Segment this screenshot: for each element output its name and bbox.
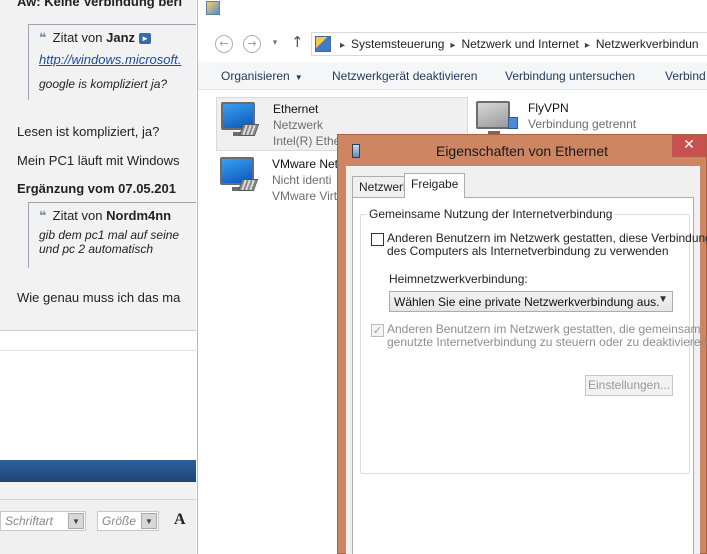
quote-text: und pc 2 automatisch <box>39 242 154 256</box>
home-network-select[interactable]: Wählen Sie eine private Netzwerkverbindu… <box>389 291 673 312</box>
post-title: Aw: Keine Verbindung beri <box>17 0 183 9</box>
close-button[interactable]: ✕ <box>672 135 706 157</box>
forum-page: Aw: Keine Verbindung beri ❝ Zitat von Jan… <box>0 0 196 554</box>
back-button[interactable]: ← <box>215 35 233 53</box>
connection-device: VMware Virt <box>272 189 338 203</box>
post-line: Lesen ist kompliziert, ja? <box>17 124 160 139</box>
more-commands-button[interactable]: Verbind <box>665 69 706 83</box>
post-line: Wie genau muss ich das ma <box>17 290 181 305</box>
ethernet-properties-dialog: Eigenschaften von Ethernet ✕ Netzwerk Fr… <box>337 134 707 554</box>
network-adapter-icon <box>476 101 510 135</box>
quote-header: ❝ Zitat von Nordm4nn <box>39 208 172 224</box>
post-line: Mein PC1 läuft mit Windows <box>17 153 180 168</box>
disable-device-button[interactable]: Netzwerkgerät deaktivieren <box>332 69 477 83</box>
checkmark-icon: ✓ <box>372 324 383 337</box>
quote-box: ❝ Zitat von Janz ► http://windows.microsof… <box>28 24 196 100</box>
allow-control-label[interactable]: genutzte Internetverbindung zu steuern o… <box>387 336 707 349</box>
tab-freigabe[interactable]: Freigabe <box>404 173 466 198</box>
cable-icon <box>238 124 260 136</box>
editor-toolbar: Schriftart ▼ Größe ▼ A <box>0 499 196 554</box>
allow-sharing-checkbox[interactable] <box>371 233 384 246</box>
home-network-label: Heimnetzwerkverbindung: <box>389 272 528 286</box>
goto-post-icon[interactable]: ► <box>139 33 152 45</box>
control-panel-icon <box>315 36 331 52</box>
breadcrumb-separator-icon[interactable]: ▸ <box>450 40 455 51</box>
connection-status: Nicht identi <box>272 173 332 187</box>
organize-button[interactable]: Organisieren ▼ <box>221 69 303 83</box>
breadcrumb-item[interactable]: Netzwerkverbindun <box>596 37 699 51</box>
connection-vmware[interactable]: VMware Net Nicht identi VMware Virt <box>216 153 346 207</box>
chevron-down-icon[interactable]: ▼ <box>141 513 157 529</box>
up-button[interactable]: ↑ <box>291 33 304 51</box>
connection-device: Intel(R) Ethe <box>273 134 341 148</box>
internet-sharing-group: Gemeinsame Nutzung der Internetverbindun… <box>360 207 707 474</box>
allow-control-checkbox[interactable]: ✓ <box>371 324 384 337</box>
quote-icon: ❝ <box>39 31 47 46</box>
quote-author: Nordm4nn <box>106 208 172 223</box>
quote-author: Janz <box>106 30 136 45</box>
breadcrumb-separator-icon[interactable]: ▸ <box>585 40 590 51</box>
chevron-down-icon[interactable]: ▼ <box>68 513 84 529</box>
chevron-down-icon: ▼ <box>294 73 303 82</box>
address-bar[interactable]: ▸ Systemsteuerung ▸ Netzwerk und Internet ▸ N… <box>311 32 707 56</box>
connection-name: VMware Net <box>272 157 339 171</box>
quote-box: ❝ Zitat von Nordm4nn gib dem pc1 mal auf … <box>28 202 196 268</box>
text-format-button[interactable]: A <box>174 511 186 529</box>
control-panel-icon <box>206 1 220 15</box>
vpn-icon <box>508 117 518 129</box>
chevron-down-icon: ▾ <box>272 38 278 48</box>
size-select[interactable]: Größe ▼ <box>97 511 159 531</box>
quote-link[interactable]: http://windows.microsoft. <box>39 52 181 67</box>
breadcrumb-item[interactable]: Systemsteuerung <box>351 37 444 51</box>
quote-header: ❝ Zitat von Janz ► <box>39 30 152 46</box>
forum-footer-bar <box>0 460 196 482</box>
breadcrumb: ▸ Systemsteuerung ▸ Netzwerk und Internet ▸ N… <box>334 37 699 51</box>
quote-text: google is kompliziert ja? <box>39 77 168 91</box>
quote-text: gib dem pc1 mal auf seine <box>39 228 180 242</box>
connection-status: Netzwerk <box>273 118 324 132</box>
arrow-right-icon: → <box>247 37 257 50</box>
address-bar-row: ← → ▾ ↑ ▸ Systemsteuerung ▸ Netzwerk und In… <box>198 27 707 60</box>
close-icon: ✕ <box>683 137 695 153</box>
allow-sharing-label[interactable]: des Computers als Internetverbindung zu … <box>387 245 669 258</box>
dialog-body: Netzwerk Freigabe Gemeinsame Nutzung der… <box>346 166 707 554</box>
chevron-down-icon: ▼ <box>658 294 668 305</box>
divider <box>0 350 196 351</box>
dialog-title: Eigenschaften von Ethernet <box>435 143 608 159</box>
command-bar: Organisieren ▼ Netzwerkgerät deaktivieren… <box>198 62 707 90</box>
arrow-left-icon: ← <box>219 37 229 50</box>
breadcrumb-separator-icon[interactable]: ▸ <box>340 40 345 51</box>
dialog-titlebar[interactable]: Eigenschaften von Ethernet ✕ <box>338 135 706 166</box>
connection-name: FlyVPN <box>528 101 569 115</box>
window-titlebar <box>198 0 707 24</box>
settings-button[interactable]: Einstellungen... <box>585 375 673 396</box>
quote-icon: ❝ <box>39 209 47 224</box>
connection-status: Verbindung getrennt <box>528 117 637 131</box>
edit-note: Ergänzung vom 07.05.201 <box>17 181 176 196</box>
arrow-up-icon: ↑ <box>291 33 304 51</box>
diagnose-connection-button[interactable]: Verbindung untersuchen <box>505 69 635 83</box>
group-title: Gemeinsame Nutzung der Internetverbindun… <box>367 207 615 221</box>
connection-name: Ethernet <box>273 102 319 116</box>
font-select[interactable]: Schriftart ▼ <box>0 511 86 531</box>
recent-locations-button[interactable]: ▾ <box>269 35 281 53</box>
cable-icon <box>237 179 259 191</box>
forward-button[interactable]: → <box>243 35 261 53</box>
breadcrumb-item[interactable]: Netzwerk und Internet <box>461 37 578 51</box>
